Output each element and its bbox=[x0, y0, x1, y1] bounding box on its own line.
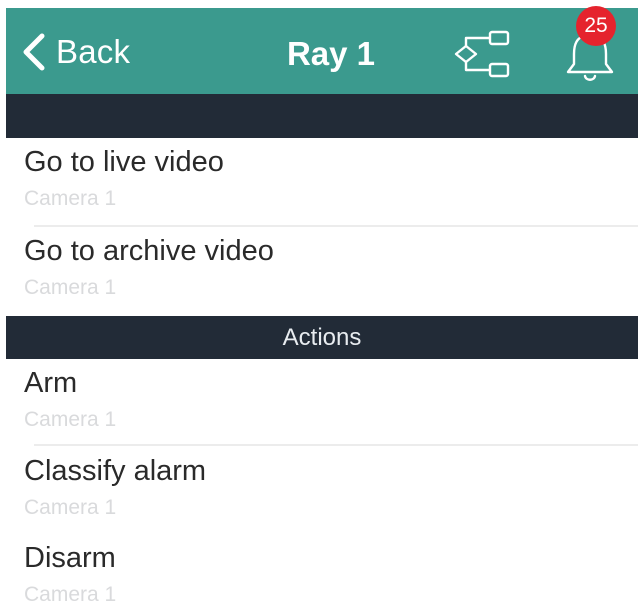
section-header-label: Actions bbox=[282, 324, 362, 351]
list-item-subtitle: Camera 1 bbox=[24, 187, 117, 210]
top-navigation-bar: Back Ray 1 bbox=[6, 8, 638, 94]
section-header-1 bbox=[6, 94, 638, 138]
list-item-subtitle: Camera 1 bbox=[24, 408, 117, 431]
chevron-left-icon bbox=[23, 33, 45, 71]
tree-structure-icon bbox=[454, 30, 510, 78]
notification-count-badge: 25 bbox=[576, 6, 616, 46]
list-item-subtitle: Camera 1 bbox=[24, 583, 117, 606]
list-item-subtitle: Camera 1 bbox=[24, 276, 117, 299]
list-item-title: Arm bbox=[24, 367, 78, 399]
list-item-title: Go to live video bbox=[24, 146, 224, 178]
list-item-classify-alarm[interactable]: Classify alarm Camera 1 bbox=[6, 447, 638, 533]
list-item-subtitle: Camera 1 bbox=[24, 496, 117, 519]
list-item-go-to-archive-video[interactable]: Go to archive video Camera 1 bbox=[6, 227, 638, 313]
section-header-actions: Actions bbox=[6, 316, 638, 359]
list-item-title: Go to archive video bbox=[24, 235, 274, 267]
hierarchy-button[interactable] bbox=[452, 26, 514, 82]
back-button[interactable]: Back bbox=[20, 30, 130, 74]
screen: Back Ray 1 25 Go to live video Camera 1 … bbox=[0, 0, 638, 606]
list-item-disarm[interactable]: Disarm Camera 1 bbox=[6, 534, 638, 606]
list-item-go-to-live-video[interactable]: Go to live video Camera 1 bbox=[6, 138, 638, 224]
row-divider bbox=[34, 444, 638, 446]
page-title: Ray 1 bbox=[286, 35, 376, 72]
back-label: Back bbox=[56, 33, 131, 70]
list-item-title: Disarm bbox=[24, 542, 116, 574]
list-item-arm[interactable]: Arm Camera 1 bbox=[6, 359, 638, 445]
list-item-title: Classify alarm bbox=[24, 455, 207, 487]
